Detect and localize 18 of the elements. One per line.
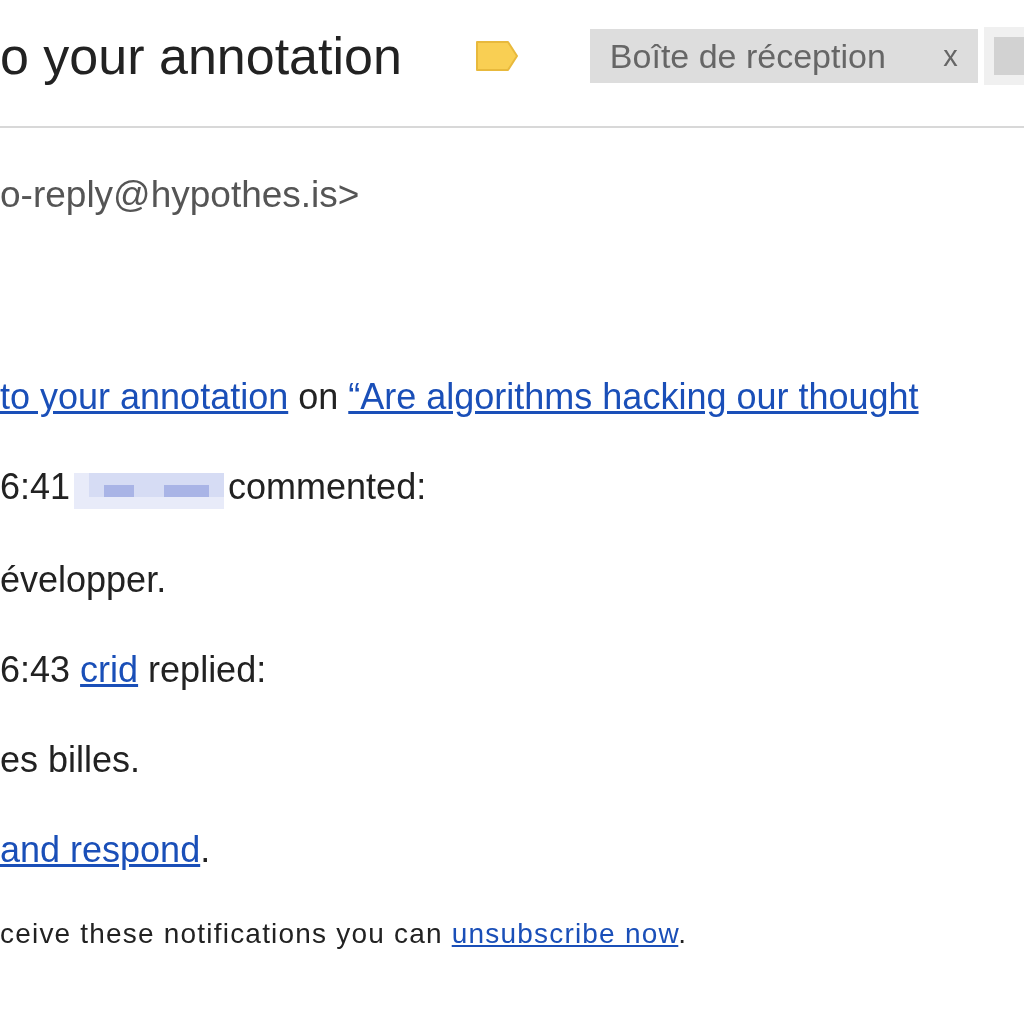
label-tag-icon	[473, 39, 520, 73]
remove-label-button[interactable]: x	[943, 39, 958, 73]
message-line: 6:41 commented:	[0, 468, 428, 509]
link[interactable]: unsubscribe now	[451, 918, 679, 949]
link[interactable]: “Are algorithms hacking our thought	[348, 376, 919, 417]
message-line: and respond.	[0, 831, 212, 869]
link[interactable]: and respond	[0, 829, 201, 870]
message-line: es billes.	[0, 741, 142, 779]
footer-text: ceive these notifications you can unsubscribe now.	[0, 917, 689, 951]
blurred-chip-drawing	[983, 27, 1024, 85]
message-line: 6:43 crid replied:	[0, 651, 268, 689]
link[interactable]: to your annotation	[0, 376, 289, 417]
sender-address: o-reply@hypothes.is>	[0, 174, 361, 216]
message-line: évelopper.	[0, 561, 168, 599]
link[interactable]: crid	[80, 649, 139, 690]
label-chip-text: Boîte de réception	[609, 36, 886, 76]
email-subject: o your annotation	[0, 26, 402, 86]
message-line: to your annotation on “Are algorithms hacking our thought	[0, 378, 920, 416]
